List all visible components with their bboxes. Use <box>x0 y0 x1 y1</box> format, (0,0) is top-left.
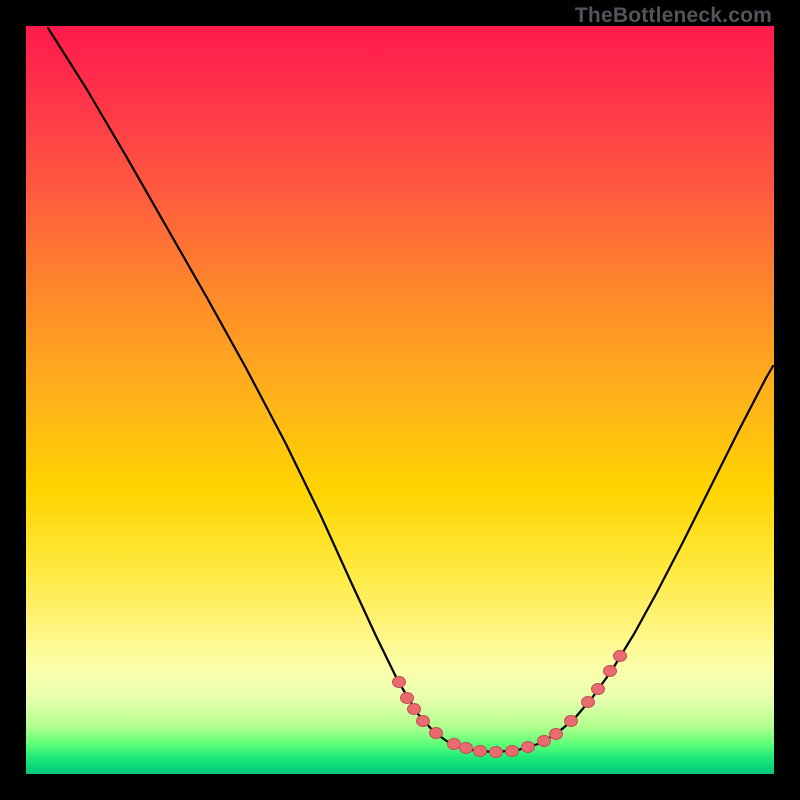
marker-dot <box>538 736 551 747</box>
marker-dot <box>614 651 627 662</box>
marker-dot <box>474 746 487 757</box>
marker-dot <box>430 728 443 739</box>
marker-dot <box>565 716 578 727</box>
highlight-markers <box>393 651 627 758</box>
marker-dot <box>401 693 414 704</box>
marker-dot <box>393 677 406 688</box>
marker-dot <box>506 746 519 757</box>
marker-dot <box>582 697 595 708</box>
marker-dot <box>592 684 605 695</box>
bottleneck-curve <box>48 28 773 752</box>
marker-dot <box>460 743 473 754</box>
marker-dot <box>408 704 421 715</box>
marker-dot <box>490 747 503 758</box>
plot-area <box>26 26 774 774</box>
watermark-text: TheBottleneck.com <box>575 4 772 28</box>
marker-dot <box>550 729 563 740</box>
marker-dot <box>604 666 617 677</box>
chart-frame: TheBottleneck.com <box>0 0 800 800</box>
curve-layer <box>26 26 774 774</box>
marker-dot <box>522 742 535 753</box>
marker-dot <box>417 716 430 727</box>
marker-dot <box>448 739 461 750</box>
